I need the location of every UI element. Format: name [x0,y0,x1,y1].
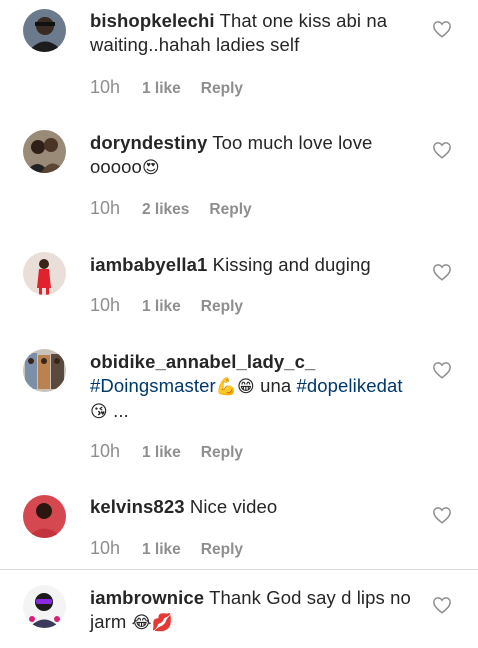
comment-body: Nice video [189,496,278,517]
comment-meta: 10h 1 like Reply [90,538,243,559]
avatar[interactable] [23,130,66,173]
avatar[interactable] [23,585,66,628]
reply-button[interactable]: Reply [201,444,243,462]
comment-username[interactable]: iambabyella1 [90,254,207,275]
comment-body: una [260,375,292,396]
comment-text: doryndestiny Too much love love ooooo😍 [90,131,420,180]
comment-text: iambabyella1 Kissing and duging [90,253,420,277]
heart-outline-icon[interactable] [432,20,452,38]
comment-text: obidike_annabel_lady_c_ #Doingsmaster💪😁 … [90,350,420,424]
comment-likes[interactable]: 1 like [142,541,181,559]
comment-meta: 10h 1 like Reply [90,295,243,316]
comment-username[interactable]: obidike_annabel_lady_c_ [90,351,315,372]
avatar[interactable] [23,9,66,52]
comment-likes[interactable]: 1 like [142,80,181,98]
comment-time: 10h [90,538,121,558]
comment-text: iambrownice Thank God say d lips no jarm… [90,586,420,635]
comment-time: 10h [90,441,121,461]
comment-time: 10h [90,77,121,97]
comment-likes[interactable]: 2 likes [142,201,189,219]
hashtag-link[interactable]: #Doingsmaster [90,375,216,396]
comment-body: Kissing and duging [212,254,371,275]
comment-time: 10h [90,295,121,315]
laugh-lips-emoji: 😂💋 [131,613,173,632]
reply-button[interactable]: Reply [201,298,243,316]
comment-text: bishopkelechi That one kiss abi na waiti… [90,9,420,57]
divider [0,569,478,570]
comment-ellipsis: ... [113,400,129,421]
reply-button[interactable]: Reply [209,201,251,219]
comment-username[interactable]: iambrownice [90,587,204,608]
avatar[interactable] [23,349,66,392]
heart-outline-icon[interactable] [432,596,452,614]
comment-username[interactable]: bishopkelechi [90,10,215,31]
kiss-emoji: 😘 [90,402,108,421]
heart-outline-icon[interactable] [432,263,452,281]
avatar[interactable] [23,495,66,538]
heart-outline-icon[interactable] [432,361,452,379]
comment-meta: 10h 1 like Reply [90,77,243,98]
comment-likes[interactable]: 1 like [142,444,181,462]
muscle-grin-emoji: 💪😁 [215,377,255,396]
heart-outline-icon[interactable] [432,141,452,159]
avatar[interactable] [23,252,66,295]
hashtag-link[interactable]: #dopelikedat [296,375,402,396]
comment-text: kelvins823 Nice video [90,495,420,519]
comment-username[interactable]: kelvins823 [90,496,185,517]
comment-meta: 10h 2 likes Reply [90,198,252,219]
comment-time: 10h [90,198,121,218]
comment-meta: 10h 1 like Reply [90,441,243,462]
heart-eyes-emoji: 😍 [141,158,160,177]
reply-button[interactable]: Reply [201,541,243,559]
comment-username[interactable]: doryndestiny [90,132,207,153]
heart-outline-icon[interactable] [432,506,452,524]
reply-button[interactable]: Reply [201,80,243,98]
comment-likes[interactable]: 1 like [142,298,181,316]
